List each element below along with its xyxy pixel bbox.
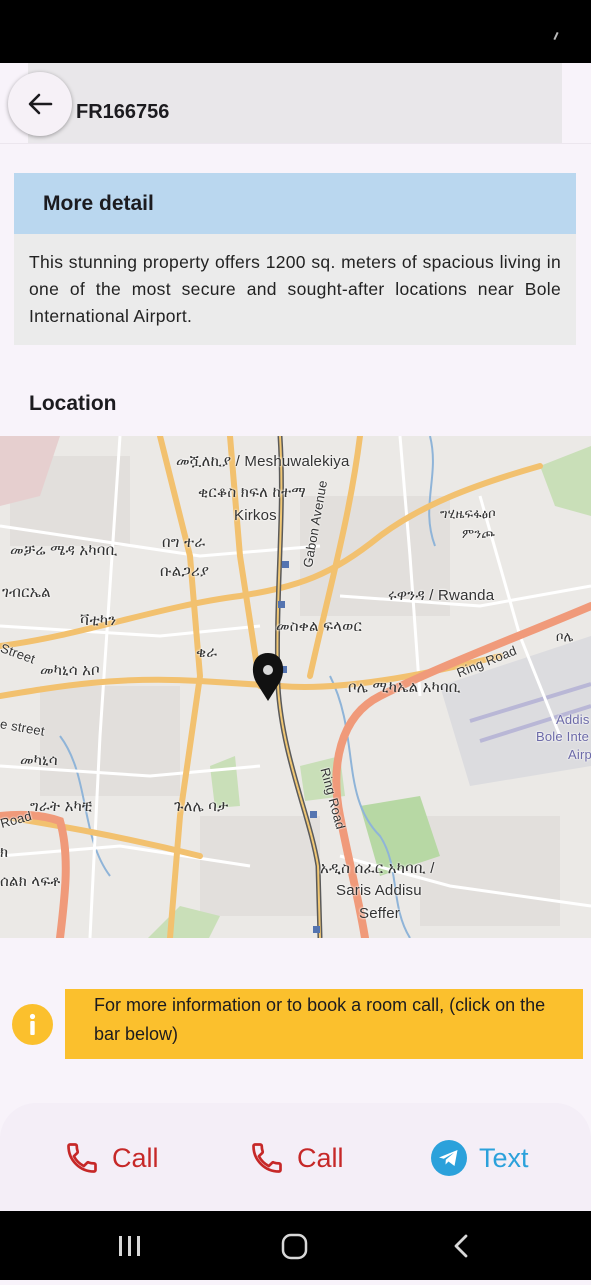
telegram-icon [431,1140,467,1176]
map-label: ቄራ [196,644,218,661]
map-label: Airp [568,747,591,762]
map-label: ቂርቆስ ክፍለ ከተማ [198,484,306,501]
map-label: ግራት አካቺ [30,798,93,815]
map-label: Saris Addisu [336,882,422,899]
map-label: ቦሌ [556,629,574,644]
recent-apps-icon [119,1236,140,1256]
call-label-1: Call [112,1142,159,1173]
map-label: መካኒሳ አቦ [40,662,100,679]
home-icon [281,1233,308,1260]
phone-icon [67,1143,97,1173]
map-label: Addis [556,712,590,727]
map-label: Kirkos [234,507,277,524]
location-title: Location [29,392,117,415]
map-label: መሿለኪያ / Meshuwalekiya [176,453,350,470]
detail-title: More detail [43,192,154,215]
status-bar [0,0,591,63]
map-label: በግ ተራ [162,534,206,551]
info-banner[interactable]: For more information or to book a room c… [65,989,583,1059]
telegram-text-button[interactable]: Text [431,1138,529,1178]
arrow-left-icon [28,93,53,115]
map-label: ምንጮ [462,526,496,541]
map-label: ቡልጋሪያ [160,563,210,580]
divider [0,143,591,144]
map-base [0,436,591,938]
map-label: ሩዋንዳ / Rwanda [388,587,495,604]
detail-description: This stunning property offers 1200 sq. m… [29,252,561,326]
call-button-1[interactable]: Call [64,1138,159,1178]
text-label: Text [479,1142,529,1173]
system-back-icon [454,1234,468,1258]
system-nav-bar [0,1211,591,1280]
map-label: ሰልክ ላፍቶ [0,873,61,890]
info-icon [12,1004,53,1045]
info-glyph [29,1013,36,1035]
map-label: Bole Inte [536,729,590,744]
map-label: መስቀል ፍላወር [276,618,362,635]
phone-icon [252,1143,282,1173]
detail-header: More detail [14,173,576,234]
map-label: ጉለሌ ባታ [174,798,229,815]
status-indicator [553,31,559,41]
detail-body: This stunning property offers 1200 sq. m… [14,234,576,345]
call-button-2[interactable]: Call [249,1138,344,1178]
map-label: ክ [0,844,9,861]
map-label: ገብርኤል [2,584,51,601]
map-label: ቦሌ ሚካኤል አካባቢ [348,679,461,696]
map-label: Seffer [359,905,400,922]
back-button[interactable] [8,72,72,136]
map-label: አዲስ ሰፈር አካባቢ / [320,860,435,877]
location-map[interactable]: መሿለኪያ / Meshuwalekiya ቂርቆስ ክፍለ ከተማ Kirko… [0,436,591,938]
info-message: For more information or to book a room c… [94,995,546,1044]
map-label: ግሂዜፍፋፅቦ [440,506,496,521]
map-label: መቻሬ ሜዳ አካባቢ [10,542,118,559]
map-label: መካኒሳ [20,752,58,769]
call-label-2: Call [297,1142,344,1173]
map-label: ቫቲካን [80,612,117,629]
listing-id: D FR166756 [56,101,170,123]
